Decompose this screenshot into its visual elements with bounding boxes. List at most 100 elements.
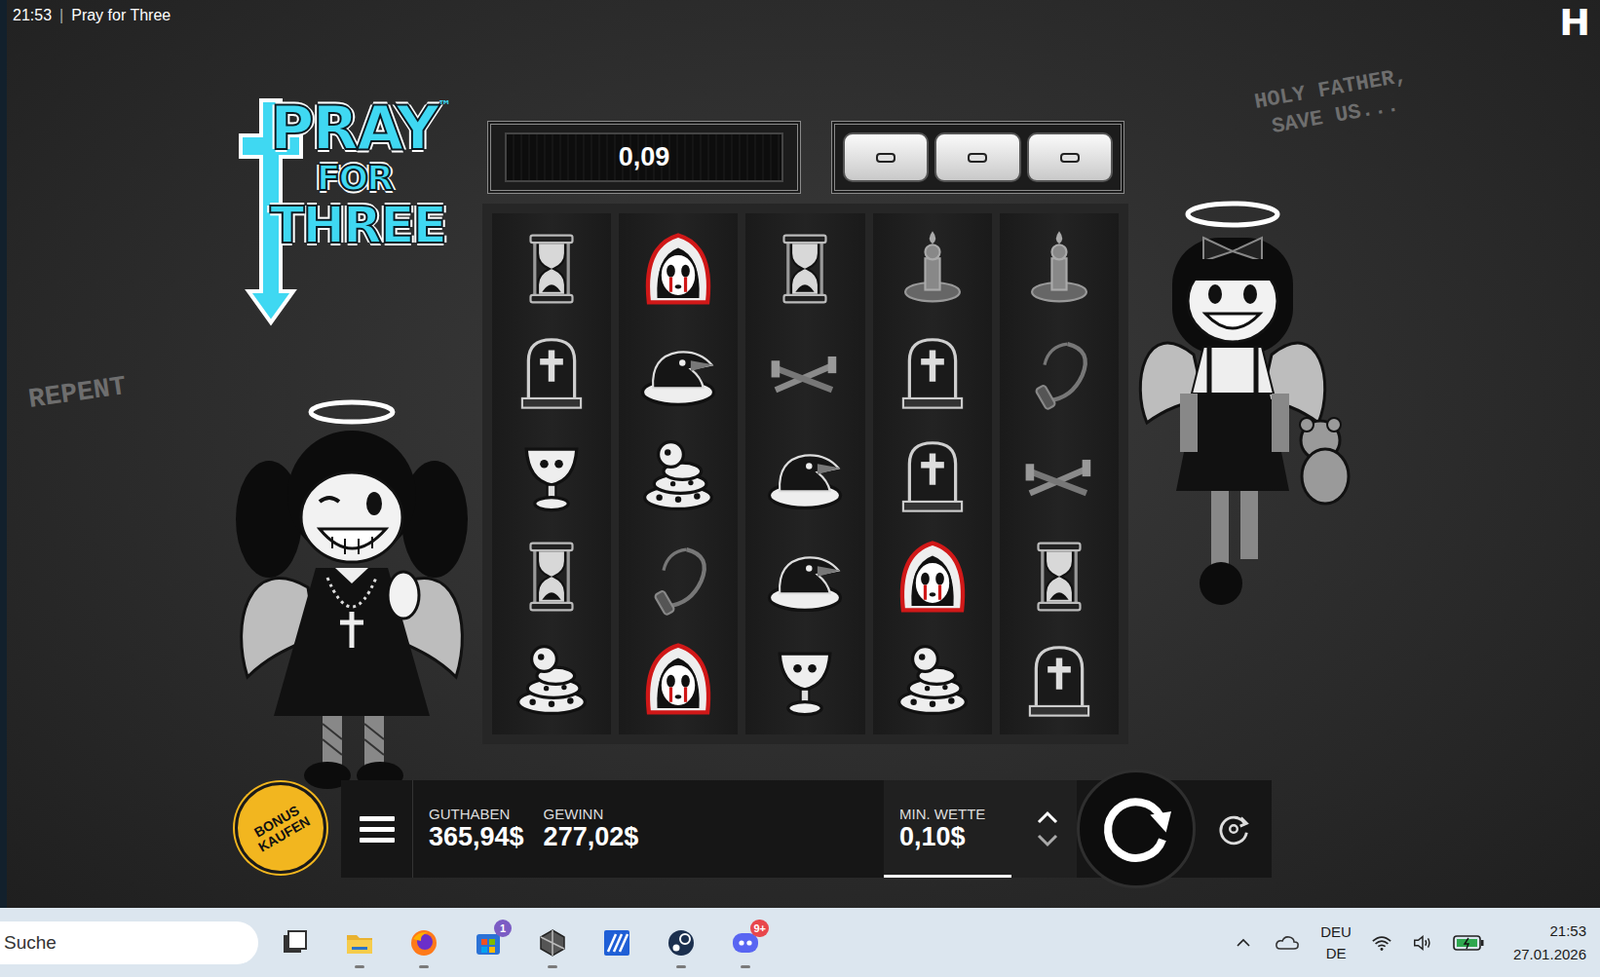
reel-cell <box>618 422 738 526</box>
crow-icon <box>762 534 847 619</box>
search-box[interactable]: Suche <box>0 921 259 965</box>
reel-cell <box>745 525 865 628</box>
reel-column <box>873 213 992 735</box>
hexapp-icon <box>536 927 569 959</box>
reel-cell <box>492 319 611 422</box>
running-indicator <box>419 965 429 969</box>
reel-cell <box>745 628 865 731</box>
taskbar-apps: 1 9+ <box>271 915 769 971</box>
screen: 21:53 | Pray for Three H PRAY™FORTHREE H… <box>0 0 1600 977</box>
tombstone-icon <box>890 432 975 517</box>
taskbar-app[interactable] <box>400 915 448 971</box>
running-indicator <box>547 965 558 969</box>
reel-column <box>999 213 1119 735</box>
taskbar-app[interactable]: 1 <box>464 915 512 971</box>
tombstone-icon <box>890 329 975 414</box>
bet-value: 0,10$ <box>899 822 1036 853</box>
reel-column <box>492 213 611 735</box>
reel-cell <box>492 525 611 628</box>
chevron-up-icon[interactable] <box>1232 933 1255 953</box>
taskbar-app[interactable] <box>593 915 641 971</box>
trademark: ™ <box>437 97 452 114</box>
nails-icon <box>762 329 847 414</box>
autoplay-icon <box>1215 810 1253 848</box>
taskbar-app[interactable] <box>336 915 383 971</box>
reel-cell <box>873 525 992 628</box>
taskview-icon <box>279 927 311 959</box>
bet-up-icon[interactable] <box>1035 810 1060 825</box>
system-tray: DEUDE 21:53 27.01.2026 <box>1232 919 1600 966</box>
taskbar-app[interactable] <box>657 915 705 971</box>
menu-button[interactable] <box>359 816 395 843</box>
reel-cell <box>873 422 992 526</box>
nails-icon <box>1017 432 1102 517</box>
language-indicator[interactable]: DEUDE <box>1320 921 1352 965</box>
game-logo: PRAY™FORTHREE <box>236 96 481 331</box>
snake-icon <box>509 637 594 722</box>
control-bar: GUTHABEN 365,94$ GEWINN 277,02$ MIN. WET… <box>341 780 1272 878</box>
win-amount: GEWINN 277,02$ <box>543 805 640 853</box>
reel-column <box>618 213 738 735</box>
blueapp-icon <box>601 927 633 959</box>
dash-icon <box>1060 152 1080 163</box>
reel-cell <box>745 319 865 422</box>
win-display: 0,09 <box>487 120 801 194</box>
reel-cell <box>492 422 611 526</box>
snake-icon <box>890 637 975 722</box>
taskbar-app[interactable] <box>271 915 319 971</box>
bet-down-icon[interactable] <box>1035 834 1060 848</box>
nun-icon <box>890 534 975 619</box>
reel-column <box>745 213 865 735</box>
hourglass-icon <box>762 227 847 311</box>
top-displays: 0,09 <box>487 120 1272 194</box>
bet-box: MIN. WETTE 0,10$ <box>883 780 1077 878</box>
whip-icon <box>636 534 721 619</box>
running-indicator <box>354 965 365 969</box>
speaker-icon[interactable] <box>1411 933 1434 953</box>
spin-button[interactable] <box>1076 769 1196 889</box>
reel-grid <box>482 203 1129 745</box>
crow-icon <box>636 329 721 414</box>
reel-cell <box>618 525 738 628</box>
reel-cell <box>873 628 992 731</box>
hourglass-icon <box>509 534 594 619</box>
indicator-panel <box>831 120 1125 194</box>
title-separator: | <box>59 6 64 25</box>
hourglass-icon <box>1017 534 1102 619</box>
wifi-icon[interactable] <box>1371 933 1393 953</box>
divider <box>412 780 414 878</box>
reel-cell <box>999 319 1119 422</box>
spin-icon <box>1092 785 1181 874</box>
taskbar-app[interactable] <box>529 915 576 971</box>
title-bar: 21:53 | Pray for Three <box>12 6 171 25</box>
tombstone-icon <box>509 329 594 414</box>
reel-cell <box>618 319 738 422</box>
firefox-icon <box>408 927 440 959</box>
crow-icon <box>762 432 847 517</box>
running-indicator <box>676 965 686 969</box>
indicator-pill <box>1027 132 1113 183</box>
logo-line: PRAY™ <box>269 98 481 159</box>
reel-cell <box>873 319 992 422</box>
logo-line: THREE <box>269 199 481 251</box>
indicator-pill <box>842 132 929 183</box>
title-text: Pray for Three <box>71 6 171 25</box>
clock[interactable]: 21:53 27.01.2026 <box>1513 919 1587 966</box>
chalice-icon <box>762 637 847 722</box>
reel-cell <box>745 422 865 526</box>
logo-line: FOR <box>269 160 481 196</box>
reel-cell <box>745 217 865 320</box>
folder-icon <box>343 927 376 959</box>
whip-icon <box>1017 329 1102 414</box>
brand-logo: H <box>1559 3 1591 41</box>
cloud-icon[interactable] <box>1273 933 1301 953</box>
reel-cell <box>873 217 992 320</box>
taskbar-app[interactable]: 9+ <box>722 915 769 971</box>
battery-icon[interactable] <box>1452 934 1485 953</box>
app-badge: 9+ <box>750 919 769 938</box>
autoplay-button[interactable] <box>1195 810 1272 848</box>
bonus-buy-button[interactable]: BONUSKAUFEN <box>234 782 327 875</box>
reel-cell <box>618 628 738 731</box>
win-screen: 0,09 <box>504 132 784 183</box>
